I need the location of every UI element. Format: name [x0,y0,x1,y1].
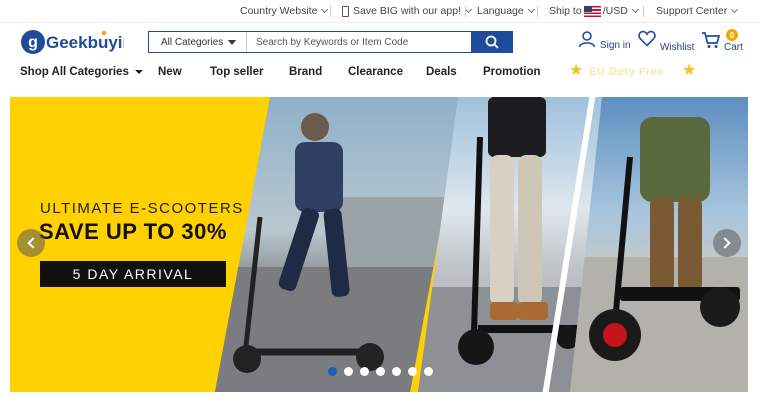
carousel-prev-button[interactable] [17,229,45,257]
nav-promotion[interactable]: Promotion [483,66,541,78]
top-utility-bar: Country Website Save BIG with our app! L… [0,0,760,23]
divider [330,6,331,17]
search-button[interactable] [471,32,512,52]
star-icon: ★ [682,62,697,79]
banner-arrival-badge: 5 DAY ARRIVAL [40,261,226,287]
eu-duty-free-link[interactable]: EU Duty Free [589,66,664,78]
search-category-label: All Categories [161,36,224,48]
cart-count-badge: 0 [726,29,738,41]
app-promo-menu[interactable]: Save BIG with our app! [342,5,473,17]
nav-clearance[interactable]: Clearance [348,66,403,78]
cart-icon[interactable] [701,31,721,54]
nav-new[interactable]: New [158,66,182,78]
search-icon [485,35,499,49]
star-icon: ★ [569,62,584,79]
chevron-down-icon [464,5,473,14]
us-flag-icon [583,5,601,17]
carousel-dot[interactable] [360,367,369,376]
hero-banner[interactable]: ULTIMATE E-SCOOTERS SAVE UP TO 30% 5 DAY… [10,97,748,392]
divider [643,6,644,17]
nav-top-seller[interactable]: Top seller [210,66,263,78]
nav-label: Shop All Categories [20,66,129,78]
carousel-dot[interactable] [376,367,385,376]
nav-deals[interactable]: Deals [426,66,457,78]
currency-label: /USD [602,5,628,17]
banner-offer: SAVE UP TO 30% [39,219,227,244]
app-promo-label: Save BIG with our app! [353,5,461,17]
geekbuying-logo[interactable]: g Geekbuying [20,28,124,56]
chevron-left-icon [27,237,39,249]
phone-icon [342,5,349,17]
chevron-down-icon [321,5,329,14]
country-website-menu[interactable]: Country Website [240,5,329,17]
search-bar: All Categories [148,31,513,53]
signin-link[interactable]: Sign in [600,40,631,51]
ship-to-label: Ship to [549,5,582,17]
user-icon[interactable] [578,30,596,53]
chevron-down-icon [731,5,739,14]
carousel-next-button[interactable] [713,229,741,257]
ship-to-menu[interactable]: Ship to /USD [549,5,639,17]
heart-icon[interactable] [638,30,656,52]
support-center-label: Support Center [656,5,728,17]
cart-link[interactable]: Cart [724,42,743,53]
language-label: Language [477,5,524,17]
country-website-label: Country Website [240,5,318,17]
carousel-dot[interactable] [424,367,433,376]
caret-down-icon [134,69,143,74]
carousel-dot[interactable] [392,367,401,376]
caret-down-icon [228,40,236,45]
wishlist-link[interactable]: Wishlist [660,42,694,53]
chevron-right-icon [719,237,731,249]
carousel-indicators [328,367,433,376]
divider [465,6,466,17]
search-category-select[interactable]: All Categories [149,32,247,52]
banner-headline: ULTIMATE E-SCOOTERS [40,200,244,217]
carousel-dot[interactable] [408,367,417,376]
chevron-down-icon [527,5,535,14]
svg-text:g: g [28,34,38,51]
language-menu[interactable]: Language [477,5,535,17]
logo-wordmark: Geekbuying [46,33,124,52]
support-center-menu[interactable]: Support Center [656,5,739,17]
carousel-dot[interactable] [328,367,337,376]
chevron-down-icon [631,5,639,14]
divider [537,6,538,17]
nav-shop-all-categories[interactable]: Shop All Categories [20,66,143,78]
nav-brand[interactable]: Brand [289,66,322,78]
carousel-dot[interactable] [344,367,353,376]
search-input[interactable] [247,32,471,52]
